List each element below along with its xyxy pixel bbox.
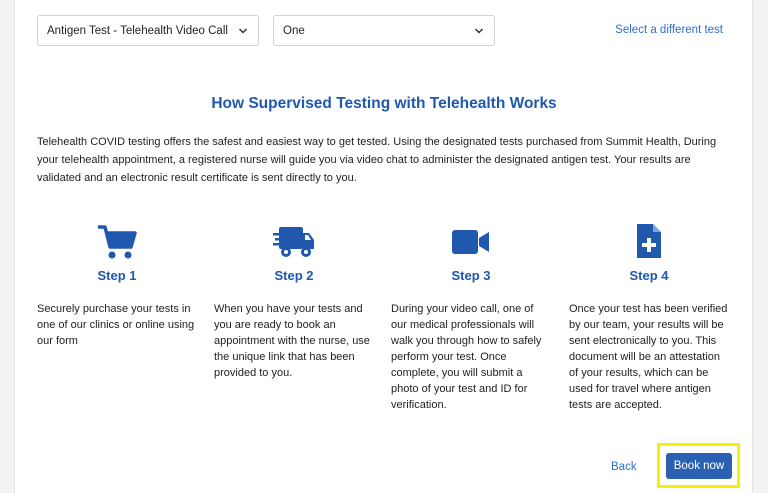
shopping-cart-icon (98, 225, 137, 259)
intro-paragraph: Telehealth COVID testing offers the safe… (37, 136, 717, 184)
chevron-down-icon (474, 28, 484, 34)
video-camera-icon (452, 230, 489, 254)
step-4-title: Step 4 (629, 268, 669, 283)
select-different-test-link[interactable]: Select a different test (615, 24, 723, 36)
page-title: How Supervised Testing with Telehealth W… (211, 95, 557, 112)
step-1-text: Securely purchase your tests in one of o… (37, 303, 195, 347)
step-3: Step 3 During your video call, one of ou… (391, 222, 551, 413)
step-3-text: During your video call, one of our medic… (391, 303, 542, 411)
back-link[interactable]: Back (611, 461, 637, 473)
step-4-text: Once your test has been verified by our … (569, 303, 728, 411)
step-2-title: Step 2 (274, 268, 314, 283)
delivery-truck-icon (273, 227, 314, 257)
step-4: Step 4 Once your test has been verified … (569, 222, 729, 413)
quantity-select[interactable]: One (273, 15, 495, 46)
step-1-title: Step 1 (97, 268, 137, 283)
quantity-select-value: One (283, 24, 305, 37)
step-1: Step 1 Securely purchase your tests in o… (37, 222, 197, 349)
test-type-select[interactable]: Antigen Test - Telehealth Video Call (37, 15, 259, 46)
book-now-button[interactable]: Book now (666, 453, 732, 479)
chevron-down-icon (238, 28, 248, 34)
test-type-select-value: Antigen Test - Telehealth Video Call (47, 24, 228, 37)
step-2-text: When you have your tests and you are rea… (214, 303, 370, 379)
step-3-title: Step 3 (451, 268, 491, 283)
medical-file-icon (637, 224, 661, 258)
step-2: Step 2 When you have your tests and you … (214, 222, 374, 381)
